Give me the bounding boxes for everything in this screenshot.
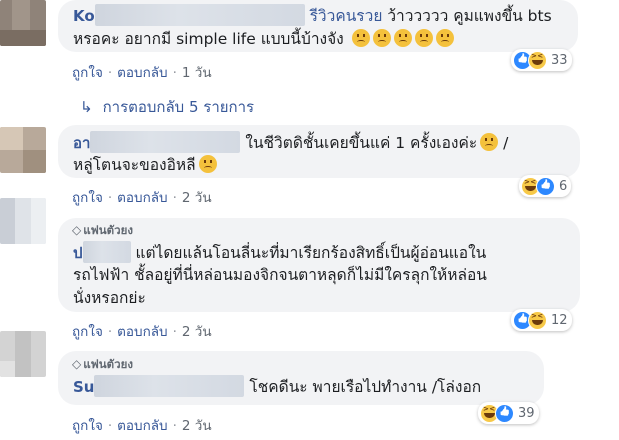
tagged-page[interactable]: รีวิวคนรวย	[310, 7, 383, 25]
separator: ·	[107, 65, 113, 81]
timestamp[interactable]: 2 วัน	[182, 190, 212, 206]
comment-line: /	[498, 134, 509, 152]
comment-text-line2: หลู่โตนจะของอิหลี	[73, 154, 217, 177]
separator: ·	[172, 190, 177, 206]
avatar[interactable]	[0, 0, 46, 46]
reply-link[interactable]: ตอบกลับ	[117, 65, 167, 81]
comment-line: ในชีวิตดิชั้นเคยขึ้นแค่ 1 ครั้งเองค่ะ	[245, 134, 478, 152]
reply-link[interactable]: ตอบกลับ	[117, 190, 167, 206]
comment-line: หลู่โตนจะของอิหลี	[73, 156, 196, 174]
like-link[interactable]: ถูกใจ	[72, 65, 103, 81]
redacted-name-blur	[94, 375, 245, 397]
reaction-summary[interactable]: 39	[478, 402, 539, 424]
top-fan-badge[interactable]: ◇ แฟนตัวยง	[72, 222, 133, 240]
commenter-name[interactable]: อา	[73, 134, 90, 152]
pensive-emoji-icon	[480, 133, 499, 151]
comment-line: รถไฟฟ้า ชั้ลอยู่ที่นี่หล่อนมองจิกจนตาหลุ…	[73, 266, 487, 284]
comment-actions: ถูกใจ · ตอบกลับ · 2 วัน	[72, 414, 212, 436]
comment-text-line3: นั่งหรอกย่ะ	[73, 287, 146, 310]
separator: ·	[172, 324, 177, 340]
comment-line: หรอคะ อยากมี simple life แบบนี้บ้างจัง	[73, 30, 344, 48]
comment-text: ป แต่ไดยแล้นโอนลี่นะที่มาเรียกร้องสิทธิ์…	[73, 241, 486, 265]
separator: ·	[107, 324, 113, 340]
reaction-count: 39	[518, 405, 535, 421]
timestamp[interactable]: 1 วัน	[182, 65, 212, 81]
comment-line: ว้าววววว คูมแพงขึ้น bts	[382, 7, 552, 25]
top-fan-badge[interactable]: ◇ แฟนตัวยง	[72, 356, 133, 374]
reaction-summary[interactable]: 6	[519, 175, 572, 197]
like-link[interactable]: ถูกใจ	[72, 418, 103, 434]
sad-emoji-icon	[351, 29, 370, 47]
sad-emoji-icon	[393, 29, 412, 47]
redacted-name-blur	[94, 4, 305, 26]
separator: ·	[107, 190, 113, 206]
comment-text: อา ในชีวิตดิชั้นเคยขึ้นแค่ 1 ครั้งเองค่ะ…	[73, 131, 508, 155]
like-reaction-icon	[536, 176, 555, 196]
comment-actions: ถูกใจ · ตอบกลับ · 2 วัน	[72, 320, 212, 342]
separator: ·	[107, 418, 113, 434]
reaction-count: 6	[559, 178, 568, 194]
avatar[interactable]	[0, 198, 46, 244]
timestamp[interactable]: 2 วัน	[182, 324, 212, 340]
reply-arrow-icon: ↳	[80, 98, 93, 116]
replies-label: การตอบกลับ 5 รายการ	[102, 98, 255, 116]
haha-reaction-icon	[528, 310, 547, 330]
reply-link[interactable]: ตอบกลับ	[117, 418, 167, 434]
avatar[interactable]	[0, 127, 46, 173]
comment-line: โชคดีนะ พายเรือไปทำงาน /โล่งอก	[249, 378, 482, 396]
diamond-icon: ◇	[72, 223, 82, 237]
cry-emoji-icon	[198, 155, 217, 173]
commenter-name[interactable]: Ko	[73, 7, 95, 25]
sad-emoji-icon	[372, 29, 391, 47]
commenter-name[interactable]: ป	[73, 244, 83, 262]
reaction-summary[interactable]: 33	[511, 49, 572, 71]
comment-text-line2: รถไฟฟ้า ชั้ลอยู่ที่นี่หล่อนมองจิกจนตาหลุ…	[73, 264, 487, 287]
haha-reaction-icon	[528, 50, 547, 70]
reaction-count: 33	[551, 52, 568, 68]
like-link[interactable]: ถูกใจ	[72, 324, 103, 340]
redacted-name-blur	[82, 241, 131, 263]
reaction-summary[interactable]: 12	[511, 309, 572, 331]
like-link[interactable]: ถูกใจ	[72, 190, 103, 206]
view-replies-link[interactable]: ↳ การตอบกลับ 5 รายการ	[80, 95, 254, 119]
avatar[interactable]	[0, 331, 46, 377]
diamond-icon: ◇	[72, 357, 82, 371]
comment-text: Su โชคดีนะ พายเรือไปทำงาน /โล่งอก	[73, 375, 481, 399]
sad-emoji-icon	[435, 29, 454, 47]
like-reaction-icon	[495, 403, 514, 423]
reaction-count: 12	[551, 312, 568, 328]
badge-label: แฟนตัวยง	[83, 357, 133, 371]
comment-text: Ko รีวิวคนรวย ว้าววววว คูมแพงขึ้น bts	[73, 4, 552, 28]
commenter-name[interactable]: Su	[73, 378, 94, 396]
comment-actions: ถูกใจ · ตอบกลับ · 2 วัน	[72, 186, 212, 208]
comment-line: นั่งหรอกย่ะ	[73, 289, 146, 307]
badge-label: แฟนตัวยง	[83, 223, 133, 237]
redacted-name-blur	[90, 131, 241, 153]
timestamp[interactable]: 2 วัน	[182, 418, 212, 434]
comment-actions: ถูกใจ · ตอบกลับ · 1 วัน	[72, 61, 212, 83]
separator: ·	[172, 418, 177, 434]
reply-link[interactable]: ตอบกลับ	[117, 324, 167, 340]
sad-emoji-icon	[414, 29, 433, 47]
separator: ·	[172, 65, 177, 81]
comment-line: แต่ไดยแล้นโอนลี่นะที่มาเรียกร้องสิทธิ์เป…	[135, 244, 487, 262]
comment-text-line2: หรอคะ อยากมี simple life แบบนี้บ้างจัง	[73, 28, 454, 51]
